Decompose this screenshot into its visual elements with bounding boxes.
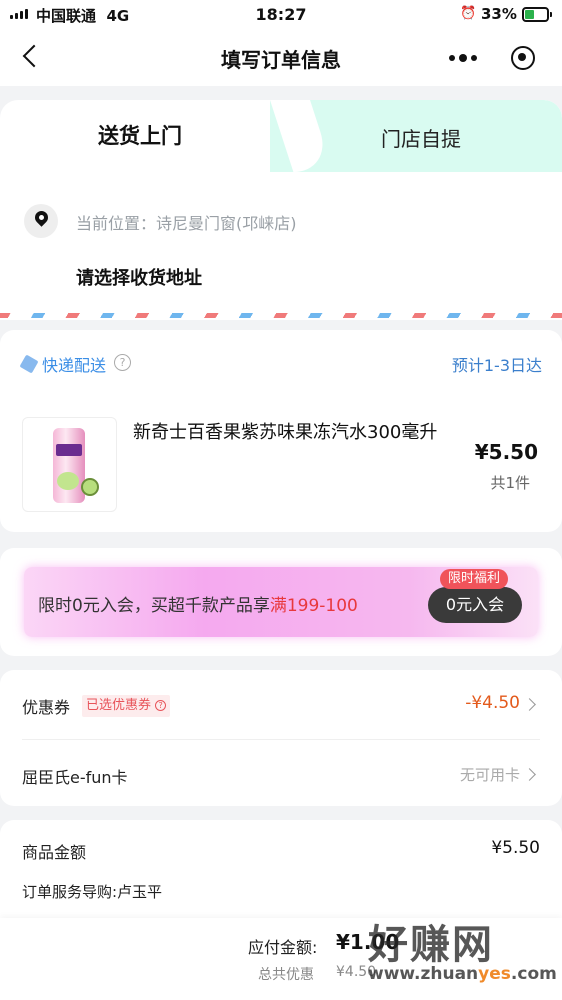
clock: 18:27 (255, 5, 307, 24)
select-address-button[interactable]: 请选择收货地址 (76, 264, 202, 290)
totals-card: 商品金额 ¥5.50 订单服务导购:卢玉平 (0, 820, 562, 920)
coupon-value[interactable]: -¥4.50 (465, 693, 520, 713)
discount-card: 优惠券 已选优惠券 ? -¥4.50 屈臣氏e-fun卡 无可用卡 (0, 670, 562, 806)
chevron-right-icon[interactable] (523, 698, 536, 711)
chevron-right-icon[interactable] (523, 768, 536, 781)
battery-percent: 33% (481, 5, 517, 23)
payable-label: 应付金额: (248, 938, 318, 957)
tab-store-pickup[interactable]: 门店自提 (300, 123, 542, 152)
close-miniprogram-icon[interactable] (493, 39, 553, 77)
status-bar: 中国联通 4G 18:27 ⏰ 33% (0, 0, 562, 30)
soda-can-icon (53, 428, 85, 503)
navigation-bar: 填写订单信息 (0, 30, 562, 86)
product-card: 快递配送 ? 预计1-3日达 新奇士百香果紫苏味果冻汽水300毫升 ¥5.50 … (0, 330, 562, 532)
subtotal-value: ¥5.50 (491, 838, 540, 858)
fruit-icon (81, 478, 99, 496)
limited-offer-badge: 限时福利 (440, 569, 509, 589)
promo-highlight: 满199-100 (269, 596, 358, 616)
efun-card-value[interactable]: 无可用卡 (460, 764, 520, 785)
location-pin-icon (24, 204, 58, 238)
coupon-selected-chip: 已选优惠券 ? (82, 695, 171, 717)
divider (22, 739, 540, 740)
efun-card-label: 屈臣氏e-fun卡 (22, 768, 128, 787)
package-icon (19, 354, 39, 374)
envelope-border (0, 313, 562, 318)
more-icon[interactable] (433, 39, 493, 77)
help-icon[interactable]: ? (114, 354, 131, 371)
promo-text: 限时0元入会，买超千款产品享满199-100 (38, 596, 358, 616)
miniprogram-capsule (433, 39, 553, 77)
join-member-button[interactable]: 0元入会 (428, 587, 522, 623)
promo-card: 限时0元入会，买超千款产品享满199-100 0元入会 限时福利 (0, 548, 562, 656)
coupon-label: 优惠券 (22, 698, 71, 717)
product-quantity: 共1件 (490, 474, 530, 492)
saved-label: 总共优惠 (258, 967, 314, 983)
service-staff-label: 订单服务导购:卢玉平 (22, 883, 163, 901)
delivery-eta: 预计1-3日达 (451, 356, 542, 375)
tab-home-delivery[interactable]: 送货上门 (0, 120, 280, 150)
membership-banner[interactable]: 限时0元入会，买超千款产品享满199-100 0元入会 限时福利 (24, 567, 538, 637)
subtotal-label: 商品金额 (22, 843, 87, 862)
watermark-url: www.zhuanyes.com (368, 964, 557, 984)
watermark: 好赚网 www.zhuanyes.com (368, 912, 558, 992)
current-location-label: 当前位置：诗尼曼门窗(邛崃店) (76, 214, 297, 233)
alarm-icon: ⏰ (460, 6, 477, 21)
product-image[interactable] (22, 417, 117, 512)
watermark-logo: 好赚网 (368, 922, 494, 968)
product-price: ¥5.50 (474, 440, 538, 464)
shipping-method: 快递配送 (42, 356, 107, 375)
battery-icon (522, 7, 552, 22)
help-icon: ? (155, 700, 167, 711)
product-name: 新奇士百香果紫苏味果冻汽水300毫升 (133, 422, 438, 443)
